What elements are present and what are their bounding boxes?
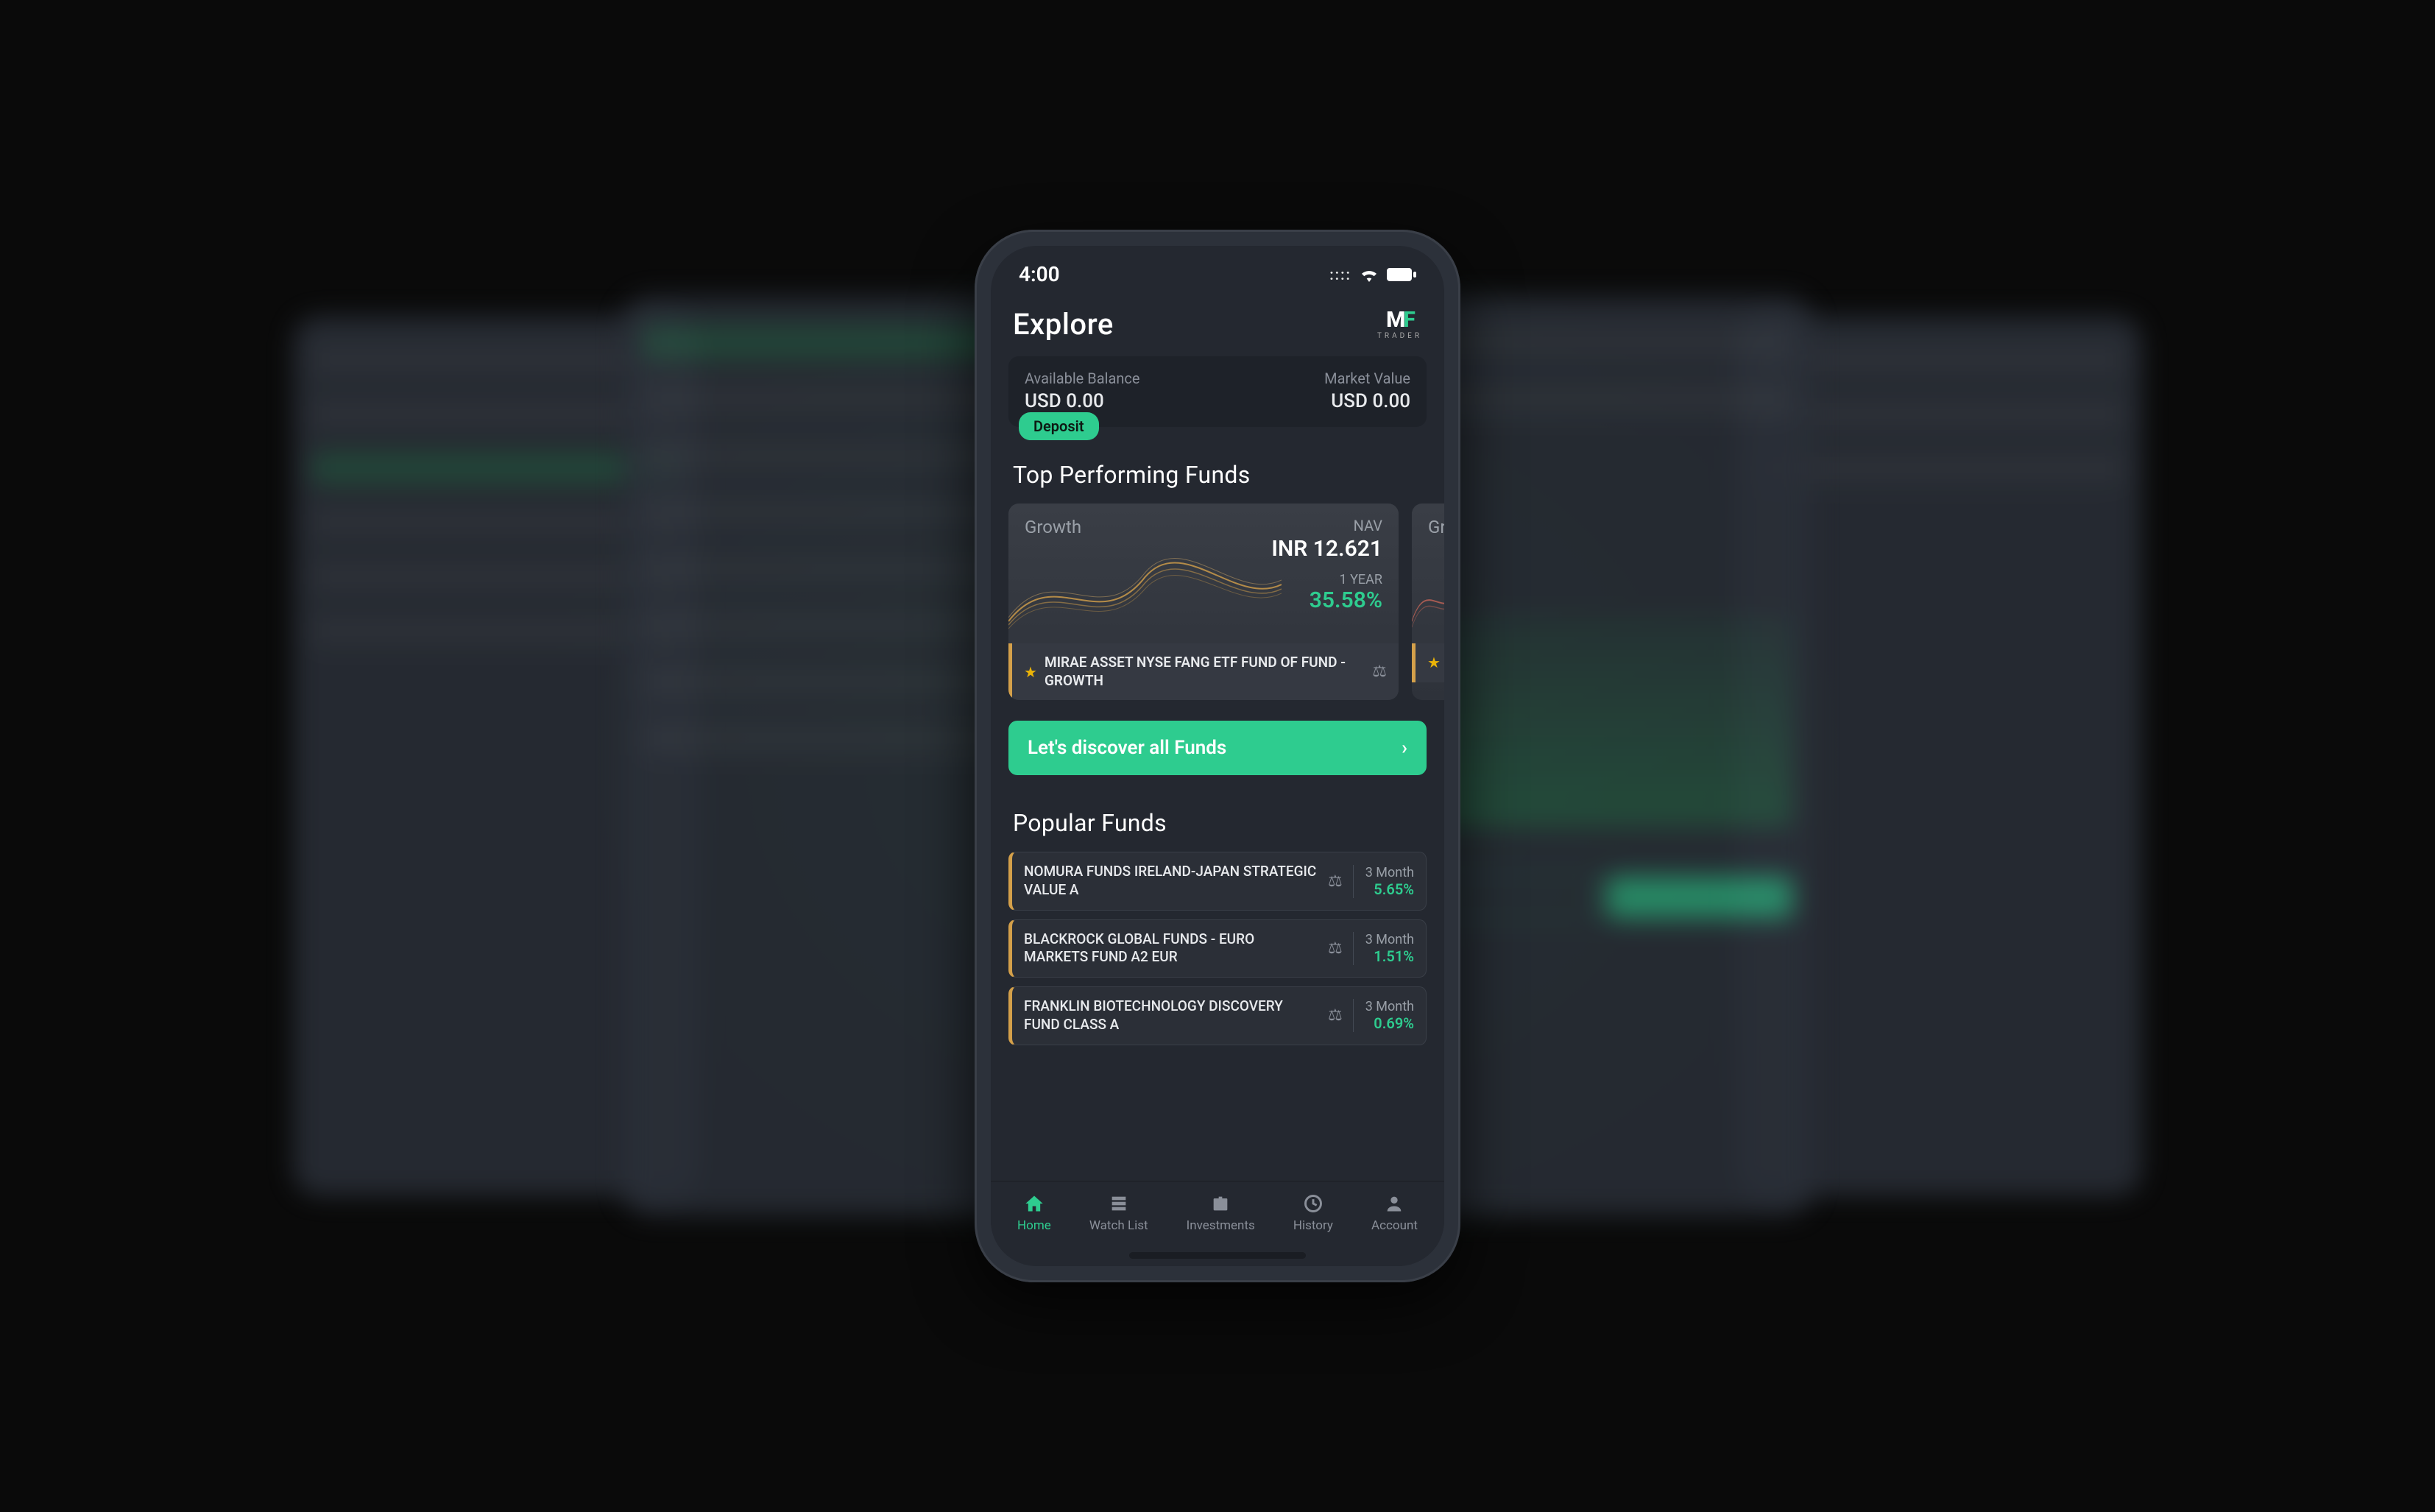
home-icon xyxy=(1024,1193,1045,1214)
fund-card[interactable]: Growth NAV INR 12.621 1 YEAR xyxy=(1008,504,1399,700)
nav-home[interactable]: Home xyxy=(1017,1193,1051,1233)
popular-funds-section-title: Popular Funds xyxy=(1013,809,1422,837)
popular-fund-period: 3 Month xyxy=(1365,999,1414,1014)
available-balance-label: Available Balance xyxy=(1025,370,1139,387)
compare-icon[interactable]: ⚖ xyxy=(1328,1006,1343,1025)
balance-card: Available Balance USD 0.00 Market Value … xyxy=(1008,356,1427,427)
market-value-value: USD 0.00 xyxy=(1324,390,1410,412)
home-indicator[interactable] xyxy=(1129,1252,1306,1259)
popular-fund-row[interactable]: NOMURA FUNDS IRELAND-JAPAN STRATEGIC VAL… xyxy=(1008,852,1427,910)
cellular-icon: :::: xyxy=(1329,266,1351,283)
briefcase-icon xyxy=(1210,1193,1231,1214)
app-screen: 4:00 :::: Explore MF TRADER xyxy=(991,246,1444,1266)
top-funds-section-title: Top Performing Funds xyxy=(1013,461,1422,489)
nav-history[interactable]: History xyxy=(1293,1193,1333,1233)
popular-fund-row[interactable]: FRANKLIN BIOTECHNOLOGY DISCOVERY FUND CL… xyxy=(1008,986,1427,1045)
wifi-icon xyxy=(1359,267,1379,282)
chevron-right-icon: › xyxy=(1402,737,1407,759)
deposit-button[interactable]: Deposit xyxy=(1019,412,1099,440)
nav-investments[interactable]: Investments xyxy=(1187,1193,1255,1233)
discover-label: Let's discover all Funds xyxy=(1028,737,1226,759)
account-icon xyxy=(1384,1193,1404,1214)
history-icon xyxy=(1303,1193,1323,1214)
popular-fund-name: NOMURA FUNDS IRELAND-JAPAN STRATEGIC VAL… xyxy=(1024,863,1318,899)
popular-fund-return: 0.69% xyxy=(1365,1014,1414,1032)
phone-frame: 4:00 :::: Explore MF TRADER xyxy=(975,230,1460,1282)
discover-all-funds-button[interactable]: Let's discover all Funds › xyxy=(1008,721,1427,775)
popular-fund-row[interactable]: BLACKROCK GLOBAL FUNDS - EURO MARKETS FU… xyxy=(1008,919,1427,978)
popular-fund-name: FRANKLIN BIOTECHNOLOGY DISCOVERY FUND CL… xyxy=(1024,997,1318,1034)
compare-icon[interactable]: ⚖ xyxy=(1328,872,1343,891)
nav-watchlist[interactable]: Watch List xyxy=(1089,1193,1148,1233)
bottom-navbar: Home Watch List Investments History Acco… xyxy=(991,1181,1444,1252)
popular-fund-return: 1.51% xyxy=(1365,947,1414,965)
fund-name: MIRAE ASSET NYSE FANG ETF FUND OF FUND -… xyxy=(1045,654,1365,690)
watchlist-icon xyxy=(1109,1193,1129,1214)
compare-icon[interactable]: ⚖ xyxy=(1372,663,1387,681)
popular-fund-name: BLACKROCK GLOBAL FUNDS - EURO MARKETS FU… xyxy=(1024,930,1318,967)
fund-card-next[interactable]: Gr ★ O xyxy=(1412,504,1444,700)
fund-carousel[interactable]: Growth NAV INR 12.621 1 YEAR xyxy=(1008,504,1427,700)
nav-value: INR 12.621 xyxy=(1271,536,1382,562)
fund-type-label: Growth xyxy=(1025,517,1081,630)
market-value-label: Market Value xyxy=(1324,370,1410,387)
popular-funds-list: NOMURA FUNDS IRELAND-JAPAN STRATEGIC VAL… xyxy=(1008,852,1427,1045)
page-title: Explore xyxy=(1013,307,1114,342)
nav-label: NAV xyxy=(1271,517,1382,534)
available-balance-value: USD 0.00 xyxy=(1025,390,1139,412)
popular-fund-period: 3 Month xyxy=(1365,932,1414,947)
compare-icon[interactable]: ⚖ xyxy=(1328,939,1343,958)
app-logo: MF TRADER xyxy=(1377,309,1422,340)
battery-icon xyxy=(1387,268,1416,281)
star-icon: ★ xyxy=(1024,663,1037,681)
app-header: Explore MF TRADER xyxy=(991,294,1444,356)
return-value: 35.58% xyxy=(1271,587,1382,613)
nav-account[interactable]: Account xyxy=(1371,1193,1418,1233)
status-bar: 4:00 :::: xyxy=(991,246,1444,294)
popular-fund-period: 3 Month xyxy=(1365,865,1414,880)
status-time: 4:00 xyxy=(1019,262,1060,286)
popular-fund-return: 5.65% xyxy=(1365,880,1414,898)
star-icon: ★ xyxy=(1427,654,1441,671)
return-period: 1 YEAR xyxy=(1271,572,1382,587)
